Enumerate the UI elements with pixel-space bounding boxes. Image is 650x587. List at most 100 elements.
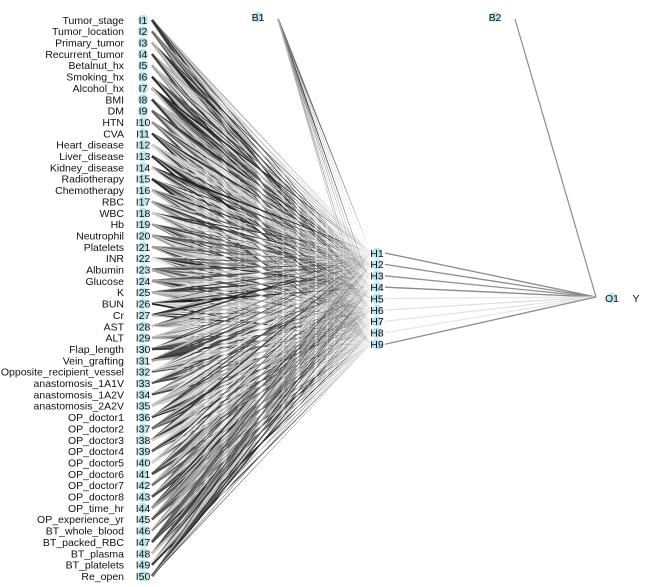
input-variable-label: HTN xyxy=(102,117,124,129)
input-node-I40: I40 xyxy=(136,457,150,469)
input-node-I32: I32 xyxy=(136,366,151,379)
input-node-I19: I19 xyxy=(136,219,150,231)
input-variable-label: BT_whole_blood xyxy=(46,526,124,538)
input-node-I4: I4 xyxy=(137,48,149,61)
input-node-I18: I18 xyxy=(136,207,151,220)
input-node-I2: I2 xyxy=(137,26,149,38)
input-variable-label: WBC xyxy=(100,208,125,220)
edge-H1-O1 xyxy=(384,252,597,298)
node-id-label: I18 xyxy=(136,208,151,220)
input-variable-label: Vein_grafting xyxy=(63,355,124,367)
input-node-I38: I38 xyxy=(136,434,150,447)
input-variable-label: anastomosis_1A1V xyxy=(34,378,124,390)
node-id-label: I50 xyxy=(136,571,151,583)
node-id-label: I2 xyxy=(139,26,148,38)
input-node-I34: I34 xyxy=(136,389,151,401)
input-node-I39: I39 xyxy=(136,446,151,458)
node-id-label: I24 xyxy=(136,276,151,288)
node-id-label: I35 xyxy=(136,401,151,413)
input-node-I35: I35 xyxy=(136,400,151,413)
input-node-I37: I37 xyxy=(136,423,151,435)
node-id-label: H5 xyxy=(370,293,384,305)
input-variable-label: Primary_tumor xyxy=(55,38,124,50)
input-node-I3: I3 xyxy=(137,37,149,50)
hidden-node-H4: H4 xyxy=(370,282,384,294)
node-id-label: I33 xyxy=(136,378,151,390)
input-node-I24: I24 xyxy=(136,275,151,288)
input-variable-label: OP_time_hr xyxy=(68,503,125,515)
node-id-label: I6 xyxy=(139,72,148,84)
input-variable-label: ALT xyxy=(106,333,125,345)
node-id-label: I29 xyxy=(136,333,151,345)
input-variable-label: BT_packed_RBC xyxy=(43,537,125,549)
node-id-label: H9 xyxy=(370,339,384,351)
node-id-label: H3 xyxy=(370,271,384,283)
hidden-node-H2: H2 xyxy=(370,259,384,271)
input-node-I49: I49 xyxy=(136,559,150,572)
input-node-I28: I28 xyxy=(136,321,151,333)
input-variable-label: Radiotherapy xyxy=(62,174,125,186)
node-id-label: I30 xyxy=(136,344,151,356)
node-id-label: I32 xyxy=(136,367,151,379)
input-variable-label: OP_doctor8 xyxy=(68,492,124,504)
node-id-label: I37 xyxy=(136,423,151,435)
hidden-node-H6: H6 xyxy=(370,304,384,317)
node-id-label: I26 xyxy=(136,299,151,311)
input-node-I13: I13 xyxy=(136,151,150,163)
node-id-label: I10 xyxy=(136,117,151,129)
input-variable-label: BUN xyxy=(102,299,124,311)
node-id-label: I41 xyxy=(136,469,151,481)
node-id-label: I45 xyxy=(136,514,151,526)
input-node-I48: I48 xyxy=(136,548,150,560)
input-node-I36: I36 xyxy=(136,412,150,424)
node-id-label: I16 xyxy=(136,185,151,197)
node-id-label: I7 xyxy=(139,83,148,95)
node-id-label: I46 xyxy=(136,526,151,538)
hidden-node-H1: H1 xyxy=(370,248,384,260)
input-node-I50: I50 xyxy=(136,570,151,583)
input-node-I45: I45 xyxy=(136,514,151,526)
node-id-label: I17 xyxy=(136,196,151,208)
node-id-label: H4 xyxy=(370,282,384,294)
input-node-I30: I30 xyxy=(136,343,151,356)
input-variable-label: Albumin xyxy=(86,265,124,277)
node-id-label: I21 xyxy=(136,242,151,254)
input-variable-label: CVA xyxy=(103,128,124,140)
input-variable-label: Re_open xyxy=(81,571,124,583)
input-variable-label: Betalnut_hx xyxy=(69,60,125,72)
node-id-label: I34 xyxy=(136,389,151,401)
node-id-label: I5 xyxy=(139,60,148,72)
node-id-label: B1 xyxy=(252,12,265,24)
input-variable-label: Kidney_disease xyxy=(50,162,124,174)
input-node-I29: I29 xyxy=(136,332,151,345)
input-node-I11: I11 xyxy=(136,128,150,140)
node-id-label: I1 xyxy=(139,15,148,27)
input-node-I33: I33 xyxy=(136,378,151,390)
node-id-label: I3 xyxy=(139,38,148,50)
node-id-label: O1 xyxy=(605,293,619,305)
input-node-I9: I9 xyxy=(137,106,149,118)
node-id-label: I42 xyxy=(136,480,151,492)
edge-H3-O1 xyxy=(384,275,597,298)
node-id-label: I28 xyxy=(136,321,151,333)
input-node-I16: I16 xyxy=(136,185,151,197)
input-node-I44: I44 xyxy=(136,502,151,515)
input-variable-label: Glucose xyxy=(85,276,124,288)
input-variable-label: OP_experience_yr xyxy=(37,514,124,526)
output-variable-label: Y xyxy=(632,293,639,305)
input-variable-label: DM xyxy=(108,106,124,118)
neural-network-diagram: I1I2I3I4I5I6I7I8I9I10I11I12I13I14I15I16I… xyxy=(1,12,640,583)
input-variable-label: Opposite_recipient_vessel xyxy=(1,367,124,379)
input-node-I8: I8 xyxy=(137,94,149,106)
input-variable-label: RBC xyxy=(102,196,125,208)
input-node-I15: I15 xyxy=(136,173,150,186)
input-node-I46: I46 xyxy=(136,525,151,538)
node-id-label: I20 xyxy=(136,230,151,242)
input-variable-label: Alcohol_hx xyxy=(73,83,125,95)
input-variable-label: BMI xyxy=(105,94,124,106)
input-variable-label: OP_doctor1 xyxy=(68,412,124,424)
input-node-I25: I25 xyxy=(136,287,150,299)
edge-H8-O1 xyxy=(384,296,597,334)
node-id-label: I39 xyxy=(136,446,151,458)
node-id-label: I44 xyxy=(136,503,151,515)
